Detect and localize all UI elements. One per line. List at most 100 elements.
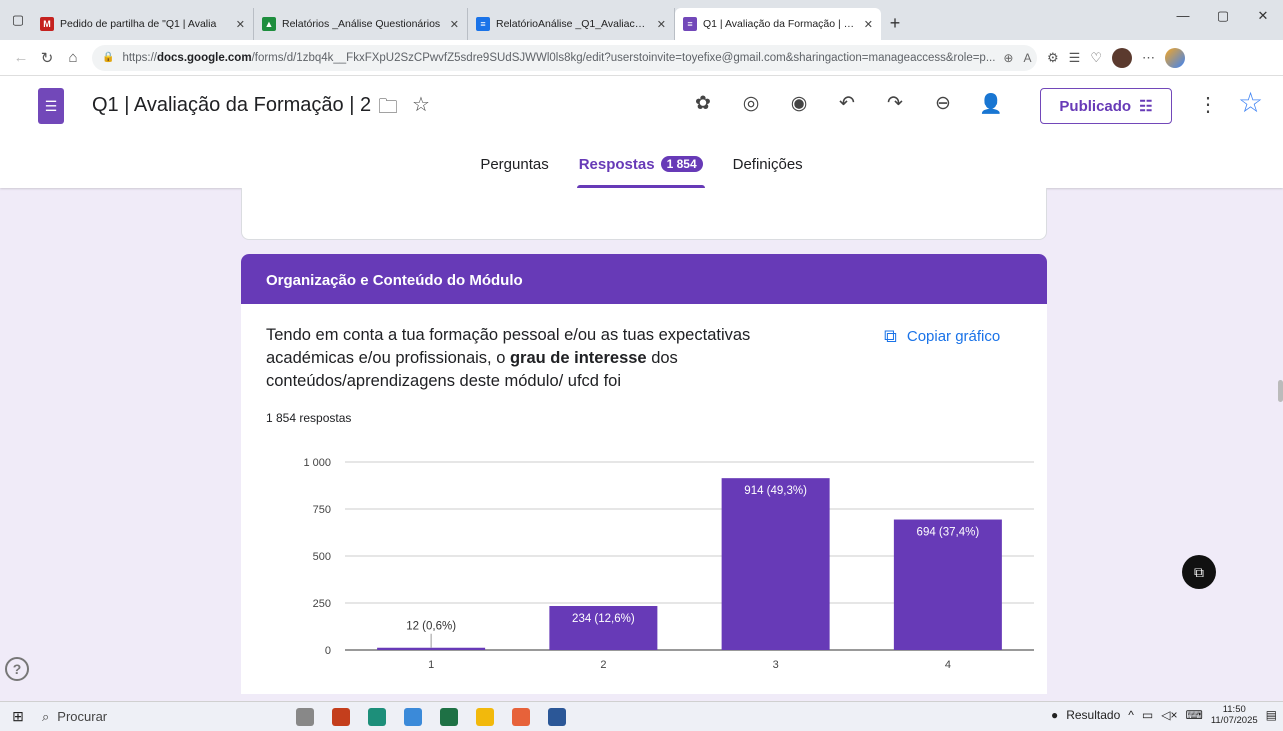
tab-settings[interactable]: Definições — [731, 156, 805, 188]
x-tick-label: 1 — [428, 659, 434, 671]
close-icon[interactable]: ✕ — [657, 18, 666, 31]
app-icon[interactable] — [512, 707, 530, 726]
window-controls: — ▢ ✕ — [1163, 8, 1283, 24]
url-path: /forms/d/1zbq4k__FkxFXpU2SzCPwvfZ5sdre9S… — [251, 51, 996, 64]
help-icon[interactable]: ? — [5, 657, 29, 681]
gmail-icon: M — [40, 17, 54, 31]
tab-actions-icon[interactable]: ▢ — [4, 6, 32, 34]
question-text: Tendo em conta a tua formação pessoal e/… — [266, 324, 806, 393]
edge-icon[interactable] — [368, 707, 386, 726]
tab-title: RelatórioAnálise _Q1_Avaliacao_F — [496, 18, 651, 30]
browser-tab[interactable]: ≡ RelatórioAnálise _Q1_Avaliacao_F ✕ — [468, 8, 675, 40]
redo-icon[interactable]: ↷ — [882, 92, 908, 116]
forms-logo-icon[interactable]: ☰ — [38, 88, 64, 124]
y-tick-label: 1 000 — [303, 457, 331, 469]
palette-icon[interactable]: ◎ — [738, 92, 764, 116]
folder-icon[interactable]: 🗀 — [378, 92, 398, 126]
powerpoint-icon[interactable] — [332, 707, 350, 726]
back-icon[interactable]: ← — [8, 49, 34, 66]
chevron-up-icon[interactable]: ^ — [1128, 708, 1134, 722]
read-aloud-icon[interactable]: A — [1023, 51, 1031, 65]
tab-label: Respostas — [578, 156, 655, 173]
x-tick-label: 2 — [600, 659, 606, 671]
docs-icon: ≡ — [476, 17, 490, 31]
tab-label: Perguntas — [480, 156, 549, 173]
form-header: ☰ Q1 | Avaliação da Formação | 2Seme: 🗀 … — [0, 76, 1283, 188]
word-icon[interactable] — [548, 707, 566, 726]
close-icon[interactable]: ✕ — [450, 18, 459, 31]
zoom-icon[interactable]: ⊕ — [1003, 51, 1013, 65]
favorites-icon[interactable]: ☰ — [1069, 50, 1081, 66]
minimize-icon[interactable]: — — [1163, 8, 1203, 24]
tab-title: Pedido de partilha de "Q1 | Avalia — [60, 18, 217, 30]
profile-avatar[interactable] — [1111, 47, 1132, 68]
data-label: 914 (49,3%) — [744, 485, 807, 497]
maximize-icon[interactable]: ▢ — [1203, 8, 1243, 24]
tab-questions[interactable]: Perguntas — [478, 156, 550, 188]
extensions-icon[interactable]: ⚙ — [1047, 50, 1059, 66]
close-icon[interactable]: ✕ — [236, 18, 245, 31]
lock-icon[interactable]: 🔒 — [102, 52, 114, 63]
windows-start-icon[interactable]: ⊞ — [0, 708, 36, 725]
scrollbar-handle[interactable] — [1278, 380, 1283, 402]
undo-icon[interactable]: ↶ — [834, 92, 860, 116]
taskbar-search[interactable]: ⌕ Procurar — [36, 706, 236, 728]
tray-label[interactable]: Resultado — [1066, 708, 1120, 722]
keyboard-icon[interactable]: ⌨ — [1185, 708, 1202, 722]
clock[interactable]: 11:50 11/07/2025 — [1211, 704, 1258, 726]
data-label: 694 (37,4%) — [917, 527, 980, 539]
x-tick-label: 3 — [773, 659, 779, 671]
browser-tab-strip: ▢ M Pedido de partilha de "Q1 | Avalia ✕… — [0, 0, 1283, 40]
data-label: 234 (12,6%) — [572, 613, 635, 625]
tab-label: Definições — [732, 156, 803, 173]
clock-date: 11/07/2025 — [1210, 715, 1258, 726]
y-tick-label: 500 — [313, 551, 331, 563]
more-options-icon[interactable]: ⋯ — [1142, 50, 1155, 66]
drive-icon: ▲ — [262, 17, 276, 31]
y-tick-label: 250 — [313, 598, 331, 610]
bar-chart: 0 250 500 750 1 000 12 (0,6%) 1 234 (12,6%) 2 914… — [303, 457, 1034, 671]
file-explorer-icon[interactable] — [476, 707, 494, 726]
publish-button[interactable]: Publicado ☷ — [1040, 88, 1172, 124]
home-icon[interactable]: ⌂ — [60, 49, 86, 66]
tab-responses[interactable]: Respostas 1 854 — [576, 156, 705, 188]
url-field[interactable]: 🔒 https://docs.google.com/forms/d/1zbq4k… — [92, 44, 1037, 71]
copy-chart-label: Copiar gráfico — [906, 328, 1001, 345]
addons-icon[interactable]: ✿ — [690, 92, 716, 116]
browser-tab[interactable]: M Pedido de partilha de "Q1 | Avalia ✕ — [32, 8, 254, 40]
search-placeholder: Procurar — [57, 709, 108, 724]
network-icon[interactable]: ▭ — [1142, 708, 1153, 722]
preview-eye-icon[interactable]: ◉ — [786, 92, 812, 116]
star-icon[interactable]: ☆ — [412, 92, 430, 126]
close-icon[interactable]: ✕ — [864, 18, 873, 31]
browser-tab[interactable]: ▲ Relatórios _Análise Questionários ✕ — [254, 8, 468, 40]
copy-chart-button[interactable]: ⧉ Copiar gráfico — [884, 326, 1000, 347]
form-title[interactable]: Q1 | Avaliação da Formação | 2Seme: — [92, 94, 372, 117]
excel-icon[interactable] — [440, 707, 458, 726]
close-window-icon[interactable]: ✕ — [1243, 8, 1283, 24]
link-icon[interactable]: ⊖ — [930, 92, 956, 116]
url-host: docs.google.com — [156, 51, 252, 64]
browser-tab-active[interactable]: ≡ Q1 | Avaliação da Formação | 2Se ✕ — [675, 8, 881, 40]
url-prefix: https:// — [122, 51, 157, 64]
gemini-sparkle-icon[interactable]: ☆ — [1238, 86, 1263, 119]
tab-title: Relatórios _Análise Questionários — [282, 18, 441, 30]
health-icon[interactable]: ♡ — [1090, 50, 1102, 66]
volume-icon[interactable]: ◁× — [1161, 708, 1177, 722]
add-collaborator-icon[interactable]: 👤 — [978, 92, 1004, 116]
y-tick-label: 750 — [313, 504, 331, 516]
search-icon: ⌕ — [42, 708, 50, 724]
floating-action-icon[interactable]: ⧉ — [1182, 555, 1216, 589]
more-vert-icon[interactable]: ⋮ — [1198, 92, 1218, 117]
publish-label: Publicado — [1059, 97, 1132, 115]
form-tabs: Perguntas Respostas 1 854 Definições — [0, 156, 1283, 188]
copilot-icon[interactable] — [1164, 47, 1185, 68]
y-tick-label: 0 — [325, 645, 331, 657]
reload-icon[interactable]: ↻ — [34, 49, 60, 67]
store-icon[interactable] — [404, 707, 422, 726]
copy-icon: ⧉ — [884, 326, 897, 346]
task-view-icon[interactable] — [296, 707, 314, 726]
notifications-icon[interactable]: ▤ — [1266, 708, 1277, 722]
results-icon[interactable]: ● — [1051, 708, 1058, 722]
new-tab-icon[interactable]: + — [881, 13, 909, 34]
